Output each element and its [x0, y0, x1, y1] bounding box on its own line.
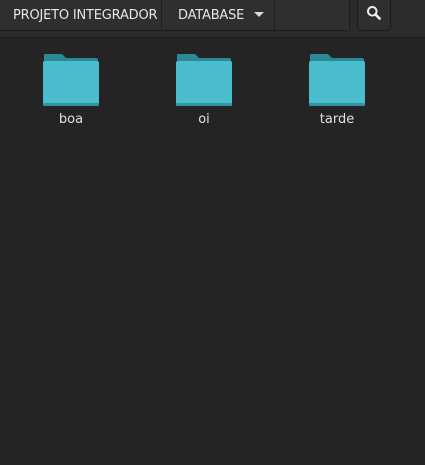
header-bar: PROJETO INTEGRADOR DATABASE [0, 0, 425, 38]
search-button[interactable] [357, 0, 391, 31]
folder-item-boa[interactable]: boa [21, 38, 121, 138]
folder-icon [309, 54, 365, 106]
breadcrumb-item-projeto-integrador[interactable]: PROJETO INTEGRADOR [0, 0, 162, 30]
folder-icon [176, 54, 232, 106]
chevron-down-icon[interactable] [254, 12, 264, 17]
search-icon [366, 5, 382, 25]
folder-item-oi[interactable]: oi [154, 38, 254, 138]
folder-item-tarde[interactable]: tarde [287, 38, 387, 138]
breadcrumb-label: PROJETO INTEGRADOR [13, 7, 158, 23]
folder-label: oi [198, 112, 210, 127]
breadcrumb: PROJETO INTEGRADOR DATABASE [0, 0, 350, 31]
breadcrumb-item-database[interactable]: DATABASE [162, 0, 275, 30]
folder-icon [43, 54, 99, 106]
folder-label: boa [58, 112, 84, 127]
breadcrumb-empty-space [275, 0, 349, 30]
breadcrumb-label: DATABASE [178, 7, 245, 23]
folder-label: tarde [319, 112, 355, 127]
